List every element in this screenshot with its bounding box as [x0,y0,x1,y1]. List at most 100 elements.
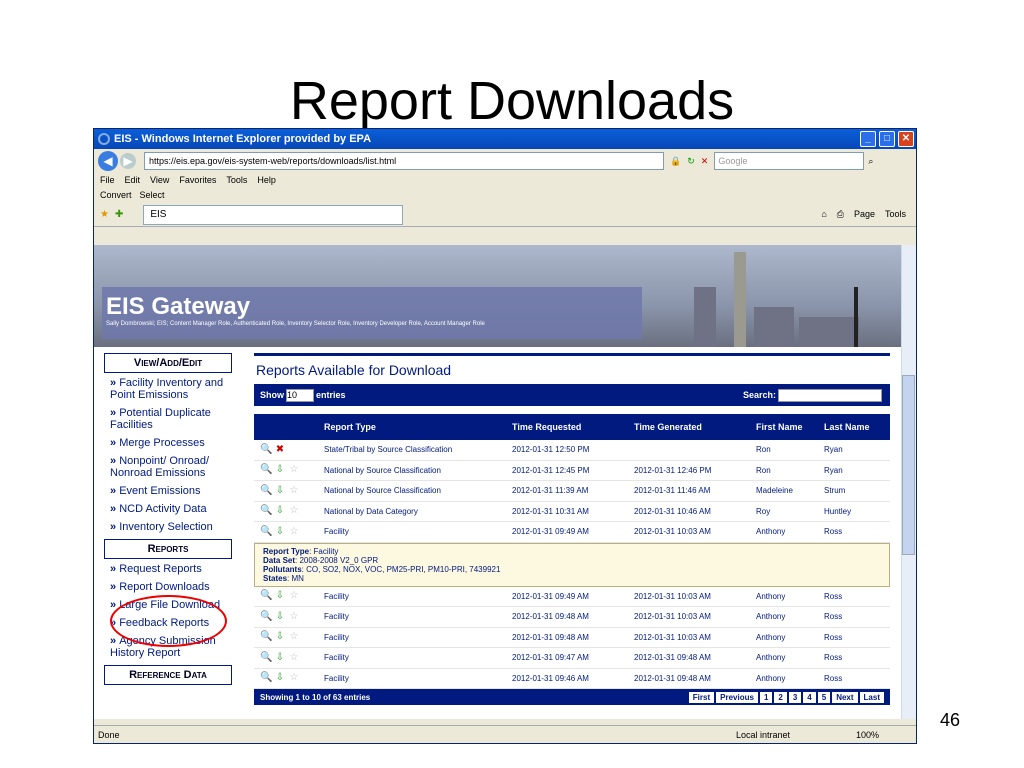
sidebar-link-ncd-activity[interactable]: » NCD Activity Data [110,503,232,515]
page-button[interactable]: 2 [774,691,787,703]
download-icon[interactable]: ⇩ [274,652,286,664]
delete-icon[interactable]: ✖ [274,444,286,456]
favorites-star-icon[interactable]: ★ [100,209,109,220]
sidebar-link-duplicate-facilities[interactable]: » Potential Duplicate Facilities [110,407,232,431]
page-button[interactable]: 4 [803,691,816,703]
table-search-input[interactable] [778,388,882,402]
table-row: 🔍 ⇩ ☆ Facility 2012-01-31 09:47 AM 2012-01-31… [254,648,890,669]
sidebar-link-request-reports[interactable]: » Request Reports [110,563,232,575]
download-icon[interactable]: ⇩ [274,590,286,602]
view-icon[interactable]: 🔍 [260,652,272,664]
view-icon[interactable]: 🔍 [260,464,272,476]
view-icon[interactable]: 🔍 [260,672,272,684]
col-report-type[interactable]: Report Type [324,422,512,432]
star-icon[interactable]: ☆ [288,611,300,623]
star-icon[interactable]: ☆ [288,526,300,538]
table-cell: National by Source Classification [324,486,441,496]
menu-edit[interactable]: Edit [125,175,141,185]
entries-select[interactable] [286,388,314,402]
view-icon[interactable]: 🔍 [260,631,272,643]
refresh-icon[interactable]: ↻ [687,156,695,167]
download-icon[interactable]: ⇩ [274,505,286,517]
forward-button[interactable]: ▶ [120,153,136,169]
reports-panel: Reports Available for Download Show entr… [254,353,890,705]
page-button[interactable]: 1 [759,691,773,703]
add-favorite-icon[interactable]: ✚ [115,209,123,220]
page-button[interactable]: First [688,691,715,703]
page-button[interactable]: Next [832,691,858,703]
view-icon[interactable]: 🔍 [260,590,272,602]
sidebar-link-nonpoint[interactable]: » Nonpoint/ Onroad/ Nonroad Emissions [110,455,232,479]
table-cell: 2012-01-31 11:39 AM [512,486,589,496]
menu-favorites[interactable]: Favorites [179,175,216,185]
download-icon[interactable]: ⇩ [274,611,286,623]
col-last-name[interactable]: Last Name [824,422,890,432]
sidebar-link-merge-processes[interactable]: » Merge Processes [110,437,232,449]
print-icon[interactable]: ⎙ [837,209,844,220]
vertical-scrollbar[interactable] [901,245,916,719]
star-icon[interactable]: ☆ [288,505,300,517]
url-input[interactable]: https://eis.epa.gov/eis-system-web/repor… [144,152,664,170]
command-bar: Convert Select [94,187,916,203]
back-button[interactable]: ◀ [98,151,118,171]
select-button[interactable]: Select [140,190,165,200]
star-icon[interactable]: ☆ [288,672,300,684]
page-button[interactable]: Previous [716,691,758,703]
view-icon[interactable]: 🔍 [260,611,272,623]
table-cell: Anthony [756,612,786,622]
table-cell: Roy [756,506,771,516]
sidebar-head-reference-data: Reference Data [104,665,232,685]
sidebar-link-inventory-selection[interactable]: » Inventory Selection [110,521,232,533]
star-icon[interactable]: ☆ [288,631,300,643]
user-roles: Sally Dombrowski; EIS; Content Manager R… [106,321,485,327]
view-icon[interactable]: 🔍 [260,505,272,517]
maximize-button[interactable]: □ [879,131,895,147]
download-icon[interactable]: ⇩ [274,526,286,538]
table-cell: Facility [324,591,349,601]
star-icon[interactable]: ☆ [288,590,300,602]
col-time-requested[interactable]: Time Requested [512,422,634,432]
tools-menu[interactable]: Tools [885,209,906,220]
page-button[interactable]: 3 [788,691,802,703]
view-icon[interactable]: 🔍 [260,485,272,497]
convert-button[interactable]: Convert [100,190,132,200]
address-bar: ◀ ▶ https://eis.epa.gov/eis-system-web/r… [94,149,916,173]
page-button[interactable]: 5 [817,691,831,703]
page-menu[interactable]: Page [854,209,875,220]
table-cell: Ross [824,612,843,622]
view-icon[interactable]: 🔍 [260,444,272,456]
table-cell: 2012-01-31 09:48 AM [512,612,589,622]
download-icon[interactable]: ⇩ [274,485,286,497]
sidebar-link-facility-inventory[interactable]: » Facility Inventory and Point Emissions [110,377,232,401]
search-input[interactable]: Google [714,152,865,170]
col-first-name[interactable]: First Name [756,422,824,432]
table-row: 🔍 ✖ State/Tribal by Source Classification 2… [254,440,890,461]
star-icon[interactable]: ☆ [288,652,300,664]
sidebar-link-report-downloads[interactable]: » Report Downloads [110,581,232,593]
menu-view[interactable]: View [150,175,169,185]
table-cell: Ron [756,465,771,475]
table-row: 🔍 ⇩ ☆ Facility 2012-01-31 09:46 AM 2012-01-31… [254,669,890,689]
search-icon[interactable]: ⌕ [868,156,873,167]
menu-tools[interactable]: Tools [226,175,247,185]
home-icon[interactable]: ⌂ [821,209,826,220]
menu-help[interactable]: Help [257,175,276,185]
download-icon[interactable]: ⇩ [274,631,286,643]
col-time-generated[interactable]: Time Generated [634,422,756,432]
minimize-button[interactable]: _ [860,131,876,147]
close-button[interactable]: ✕ [898,131,914,147]
page-button[interactable]: Last [859,691,884,703]
star-icon[interactable]: ☆ [288,464,300,476]
stop-icon[interactable]: ✕ [701,156,709,167]
table-cell: Facility [324,673,349,683]
zoom-level[interactable]: 100% [856,730,916,740]
table-cell: National by Data Category [324,506,418,516]
highlight-circle [110,595,227,647]
view-icon[interactable]: 🔍 [260,526,272,538]
download-icon[interactable]: ⇩ [274,672,286,684]
menu-file[interactable]: File [100,175,115,185]
download-icon[interactable]: ⇩ [274,464,286,476]
star-icon[interactable]: ☆ [288,485,300,497]
tab-eis[interactable]: EIS [143,204,404,225]
sidebar-link-event-emissions[interactable]: » Event Emissions [110,485,232,497]
